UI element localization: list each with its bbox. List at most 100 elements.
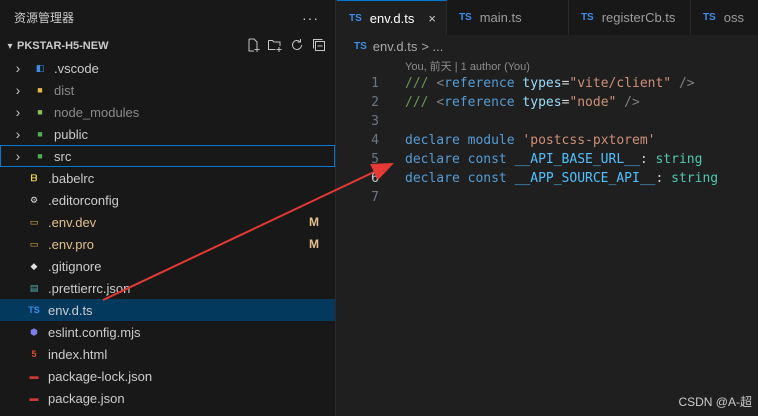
chevron-right-icon[interactable]: ›: [10, 82, 26, 98]
attr-name: types: [522, 95, 562, 110]
new-file-icon[interactable]: [245, 37, 261, 53]
colon: :: [639, 152, 648, 167]
type-name: string: [655, 152, 703, 167]
tree-item-label: .env.pro: [48, 236, 95, 252]
tree-file-eslint-config-mjs[interactable]: ⬢ eslint.config.mjs: [0, 321, 335, 343]
breadcrumb-rest[interactable]: > ...: [421, 39, 443, 54]
string-literal: 'postcss-pxtorem': [522, 133, 656, 148]
tree-folder-src[interactable]: › ■ src: [0, 145, 335, 167]
watermark: CSDN @A-超: [678, 395, 752, 409]
code-line: 3: [337, 112, 758, 131]
src-folder-icon: ■: [37, 151, 43, 161]
equals: =: [561, 95, 570, 110]
tree-item-label: src: [54, 148, 72, 164]
tree-item-label: package.json: [48, 390, 125, 406]
explorer-header: 资源管理器 ···: [0, 0, 335, 35]
git-file-icon: ◆: [30, 260, 38, 271]
tree-item-label: index.html: [48, 346, 108, 362]
tab-registercb-ts[interactable]: TS registerCb.ts: [569, 0, 691, 35]
editorconfig-file-icon: ⚙: [29, 194, 39, 205]
tag-name: reference: [444, 95, 515, 110]
breadcrumb: TS env.d.ts > ...: [337, 35, 758, 57]
attr-value: "node": [569, 95, 617, 110]
html-file-icon: 5: [31, 349, 37, 359]
tree-file-editorconfig[interactable]: ⚙ .editorconfig: [0, 189, 335, 211]
node-modules-folder-icon: ■: [37, 107, 43, 117]
tree-item-label: .editorconfig: [48, 192, 119, 208]
close-icon[interactable]: ×: [428, 11, 436, 26]
collapse-all-icon[interactable]: [311, 37, 327, 53]
tag-close: />: [671, 76, 695, 91]
keyword: declare: [405, 133, 460, 148]
tree-file-index-html[interactable]: 5 index.html: [0, 343, 335, 365]
code-line: 6 declare const __APP_SOURCE_API__: stri…: [337, 169, 758, 188]
tree-item-label: .env.dev: [48, 214, 97, 230]
tree-item-label: .babelrc: [48, 170, 95, 186]
tree-folder-public[interactable]: › ■ public: [0, 123, 335, 145]
tab-main-ts[interactable]: TS main.ts: [447, 0, 569, 35]
vscode-folder-icon: ◧: [35, 62, 45, 73]
git-status-badge: M: [309, 237, 319, 251]
keyword: declare: [405, 152, 460, 167]
chevron-right-icon[interactable]: ›: [10, 148, 26, 164]
tree-file-package-lock-json[interactable]: ▬ package-lock.json: [0, 365, 335, 387]
tree-file-env-d-ts[interactable]: TS env.d.ts: [0, 299, 335, 321]
more-actions-icon[interactable]: ···: [302, 10, 321, 26]
chevron-right-icon[interactable]: ›: [10, 104, 26, 120]
line-number: 3: [371, 114, 379, 129]
refresh-icon[interactable]: [289, 37, 305, 53]
tree-file-env-pro[interactable]: ▭ .env.pro M: [0, 233, 335, 255]
tree-file-babelrc[interactable]: ᗷ .babelrc: [0, 167, 335, 189]
code-editor[interactable]: 1 /// < reference types = "vite/client" /> …: [337, 74, 758, 207]
chevron-right-icon[interactable]: ›: [10, 60, 26, 76]
tree-file-prettierrc-json[interactable]: ▤ .prettierrc.json: [0, 277, 335, 299]
typescript-icon: TS: [458, 12, 472, 23]
tree-item-label: node_modules: [54, 104, 140, 120]
typescript-icon: TS: [349, 12, 362, 24]
keyword: const: [467, 152, 507, 167]
tree-item-label: package-lock.json: [48, 368, 153, 384]
code-line: 1 /// < reference types = "vite/client" />: [337, 74, 758, 93]
typescript-icon: TS: [580, 12, 594, 23]
tag-name: reference: [444, 76, 515, 91]
typescript-icon: TS: [702, 12, 716, 23]
tree-item-label: public: [54, 126, 88, 142]
identifier: __APP_SOURCE_API__: [514, 171, 656, 186]
breadcrumb-file[interactable]: env.d.ts: [373, 39, 418, 54]
explorer-actions: [245, 37, 327, 53]
tree-folder-node-modules[interactable]: › ■ node_modules: [0, 101, 335, 123]
dist-folder-icon: ■: [37, 85, 43, 95]
tab-label: registerCb.ts: [601, 10, 676, 25]
tree-item-label: .vscode: [54, 60, 99, 76]
tab-label: env.d.ts: [369, 10, 415, 26]
project-root[interactable]: ▾ PKSTAR-H5-NEW: [0, 35, 335, 57]
tree-file-package-json[interactable]: ▬ package.json: [0, 387, 335, 409]
git-status-badge: M: [309, 215, 319, 229]
project-name: PKSTAR-H5-NEW: [17, 40, 109, 52]
tab-label: oss: [723, 10, 744, 25]
chevron-right-icon[interactable]: ›: [10, 126, 26, 142]
editor-area: TS env.d.ts × TS main.ts TS registerCb.t…: [337, 0, 758, 416]
tree-file-env-dev[interactable]: ▭ .env.dev M: [0, 211, 335, 233]
tree-item-label: env.d.ts: [48, 302, 93, 318]
equals: =: [561, 76, 570, 91]
public-folder-icon: ■: [37, 129, 43, 139]
tab-env-d-ts[interactable]: TS env.d.ts ×: [337, 0, 447, 35]
tree-folder-dist[interactable]: › ■ dist: [0, 79, 335, 101]
env-file-icon: ▭: [29, 216, 39, 227]
codelens-blame[interactable]: You, 前天 | 1 author (You): [337, 57, 758, 74]
tree-folder-vscode[interactable]: › ◧ .vscode: [0, 57, 335, 79]
tree-file-gitignore[interactable]: ◆ .gitignore: [0, 255, 335, 277]
line-number: 5: [371, 152, 379, 167]
keyword: const: [467, 171, 507, 186]
code-line: 7: [337, 188, 758, 207]
typescript-file-icon: TS: [28, 305, 40, 315]
tab-label: main.ts: [479, 10, 522, 25]
colon: :: [655, 171, 664, 186]
chevron-down-icon: ▾: [7, 40, 13, 52]
type-name: string: [671, 171, 719, 186]
new-folder-icon[interactable]: [267, 37, 283, 53]
comment-slashes: ///: [405, 95, 437, 110]
eslint-file-icon: ⬢: [30, 326, 38, 337]
tab-oss[interactable]: TS oss: [691, 0, 754, 35]
